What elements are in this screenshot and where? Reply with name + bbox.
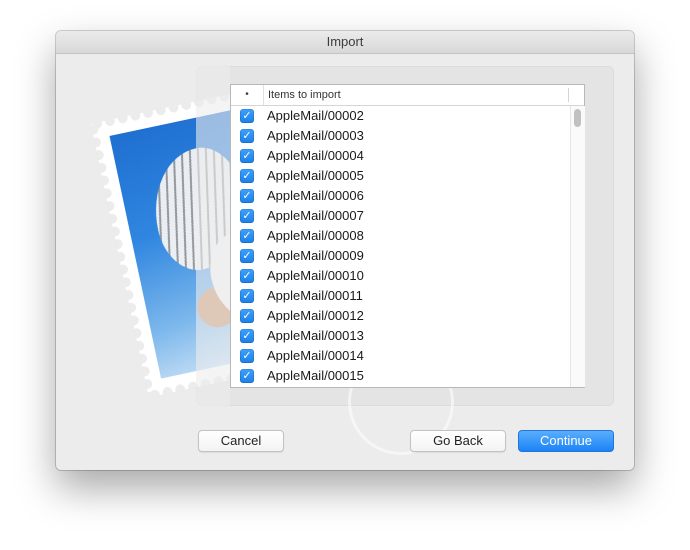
- list-item[interactable]: ✓ AppleMail/00010: [231, 266, 571, 286]
- item-label: AppleMail/00015: [267, 368, 364, 383]
- item-checkbox[interactable]: ✓: [240, 229, 254, 243]
- item-label: AppleMail/00013: [267, 328, 364, 343]
- item-checkbox[interactable]: ✓: [240, 209, 254, 223]
- list-header: • Items to import: [231, 85, 584, 106]
- list-item[interactable]: ✓ AppleMail/00003: [231, 126, 571, 146]
- items-column-header[interactable]: Items to import: [268, 85, 341, 105]
- item-checkbox[interactable]: ✓: [240, 329, 254, 343]
- item-checkbox[interactable]: ✓: [240, 129, 254, 143]
- item-label: AppleMail/00009: [267, 248, 364, 263]
- item-label: AppleMail/00006: [267, 188, 364, 203]
- list-item[interactable]: ✓ AppleMail/00004: [231, 146, 571, 166]
- list-item[interactable]: ✓ AppleMail/00005: [231, 166, 571, 186]
- go-back-button[interactable]: Go Back: [410, 430, 506, 452]
- item-checkbox[interactable]: ✓: [240, 249, 254, 263]
- list-scrollbar[interactable]: [570, 106, 585, 387]
- item-label: AppleMail/00002: [267, 108, 364, 123]
- list-rows: ✓ AppleMail/00002 ✓ AppleMail/00003 ✓ AppleMa…: [231, 106, 571, 387]
- sort-column-header[interactable]: •: [231, 85, 264, 105]
- cancel-button[interactable]: Cancel: [198, 430, 284, 452]
- items-list[interactable]: • Items to import ✓ AppleMail/00002 ✓ Apple…: [230, 84, 585, 388]
- list-item[interactable]: ✓ AppleMail/00013: [231, 326, 571, 346]
- header-divider: [568, 88, 569, 102]
- list-item[interactable]: ✓ AppleMail/00011: [231, 286, 571, 306]
- item-checkbox[interactable]: ✓: [240, 169, 254, 183]
- item-checkbox[interactable]: ✓: [240, 189, 254, 203]
- list-item[interactable]: ✓ AppleMail/00009: [231, 246, 571, 266]
- item-checkbox[interactable]: ✓: [240, 369, 254, 383]
- list-item[interactable]: ✓ AppleMail/00008: [231, 226, 571, 246]
- item-checkbox[interactable]: ✓: [240, 269, 254, 283]
- import-window: Import • Items to import ✓ AppleMail/0000…: [56, 31, 634, 470]
- item-checkbox[interactable]: ✓: [240, 149, 254, 163]
- window-title: Import: [56, 31, 634, 54]
- item-checkbox[interactable]: ✓: [240, 289, 254, 303]
- item-label: AppleMail/00003: [267, 128, 364, 143]
- item-label: AppleMail/00011: [267, 288, 363, 303]
- item-label: AppleMail/00014: [267, 348, 364, 363]
- item-checkbox[interactable]: ✓: [240, 349, 254, 363]
- panel-overlay: [196, 66, 230, 406]
- item-label: AppleMail/00004: [267, 148, 364, 163]
- list-item[interactable]: ✓ AppleMail/00002: [231, 106, 571, 126]
- scroll-thumb[interactable]: [574, 109, 581, 127]
- continue-button[interactable]: Continue: [518, 430, 614, 452]
- item-label: AppleMail/00007: [267, 208, 364, 223]
- list-item[interactable]: ✓ AppleMail/00014: [231, 346, 571, 366]
- list-item[interactable]: ✓ AppleMail/00006: [231, 186, 571, 206]
- item-label: AppleMail/00012: [267, 308, 364, 323]
- item-label: AppleMail/00010: [267, 268, 364, 283]
- item-checkbox[interactable]: ✓: [240, 109, 254, 123]
- list-item[interactable]: ✓ AppleMail/00007: [231, 206, 571, 226]
- list-item[interactable]: ✓ AppleMail/00015: [231, 366, 571, 386]
- item-checkbox[interactable]: ✓: [240, 309, 254, 323]
- list-item[interactable]: ✓ AppleMail/00012: [231, 306, 571, 326]
- item-label: AppleMail/00008: [267, 228, 364, 243]
- item-label: AppleMail/00005: [267, 168, 364, 183]
